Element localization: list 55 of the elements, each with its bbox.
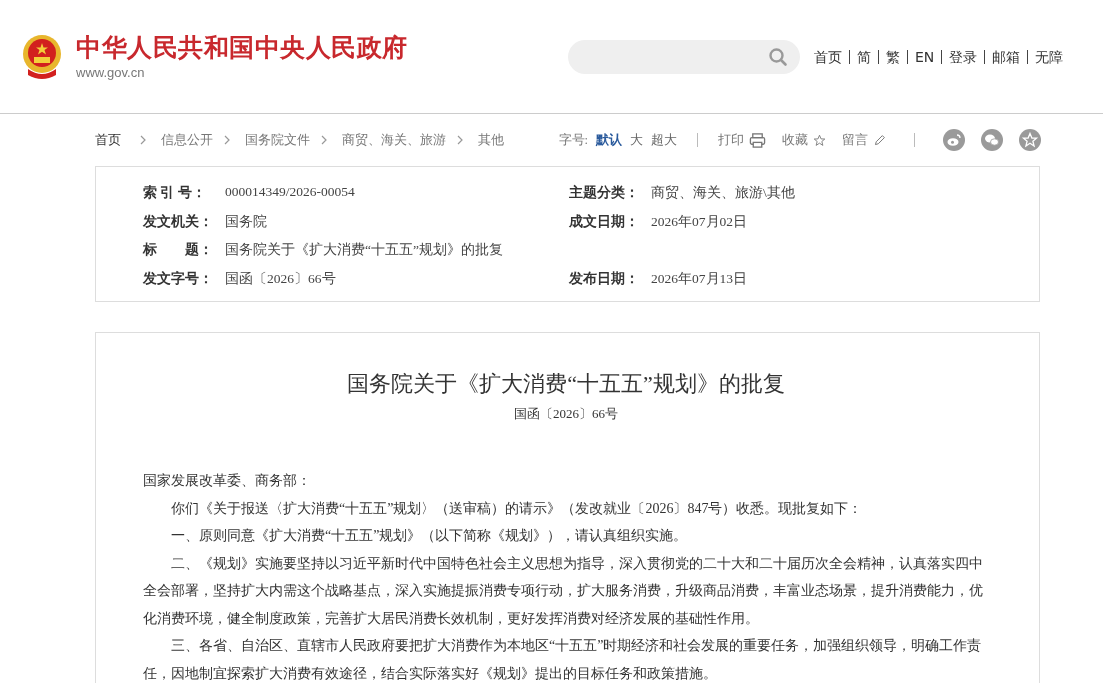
nav-link[interactable]: EN (907, 49, 942, 64)
chat-bubbles-icon[interactable] (981, 129, 1003, 151)
action-link[interactable]: 收藏 (782, 131, 826, 149)
field-value: 商贸、海关、旅游\其他 (651, 184, 795, 203)
document-number: 国函〔2026〕66号 (513, 405, 619, 423)
nav-link[interactable]: 邮箱 (984, 49, 1028, 64)
font-size-label: 字号: (558, 131, 588, 149)
site-title[interactable]: 中华人民共和国中央人民政府 (76, 33, 408, 63)
star-icon (813, 133, 826, 147)
chevron-icon (456, 134, 464, 146)
site-domain: www.gov.cn (76, 65, 146, 80)
chevron-icon (139, 134, 147, 146)
field-value: 国务院关于《扩大消费“十五五”规划》的批复 (225, 241, 503, 260)
field-value: 2026年07月13日 (651, 269, 747, 288)
field-label: 发布日期： (569, 269, 640, 288)
star-share-icon[interactable] (1019, 129, 1041, 151)
pencil-icon (873, 133, 886, 147)
nav-link[interactable]: 无障 (1027, 49, 1071, 64)
nav-link[interactable]: 登录 (941, 49, 985, 64)
chevron-icon (223, 134, 231, 146)
emblem-icon (20, 32, 64, 81)
field-label: 发文字号： (143, 269, 214, 288)
paragraph: 你们《关于报送〈扩大消费“十五五”规划〉（送审稿）的请示》（发改就业〔2026〕847号）收悉。现批复如下： (170, 499, 864, 518)
breadcrumb-link[interactable]: 首页 (95, 131, 121, 149)
breadcrumb-link[interactable]: 其他 (478, 131, 504, 149)
action-link[interactable]: 留言 (842, 131, 886, 149)
font-size-option[interactable]: 默认 (596, 131, 622, 149)
field-label: 索 引 号： (143, 184, 207, 203)
salutation: 国家发展改革委、商务部： (143, 472, 312, 490)
search-icon[interactable] (768, 46, 788, 67)
article-title: 国务院关于《扩大消费“十五五”规划》的批复 (346, 370, 786, 398)
field-value: 国务院 (225, 212, 267, 231)
swirl-share-icon[interactable] (943, 129, 965, 151)
font-size-option[interactable]: 大 (630, 131, 643, 149)
breadcrumb-link[interactable]: 商贸、海关、旅游 (342, 131, 446, 149)
printer-icon (749, 131, 766, 149)
field-value: 000014349/2026-00054 (225, 184, 355, 202)
paragraph: 一、原则同意《扩大消费“十五五”规划》（以下简称《规划》），请认真组织实施。 (170, 527, 689, 545)
paragraph: 二、《规划》实施要坚持以习近平新时代中国特色社会主义思想为指导，深入贯彻党的二十大和二十届历次全会精神，认真落实四中全会部署，坚持扩大内需这个战略基点，深入实施提振消费专项行动，扩大服务消费，升级商品消费，丰富业态场景，提升消费能力，优化消费环境，健全制度政策，完善扩大居民消费长效机制，更好发挥消费对经济发展的基础性作用。 (143, 554, 984, 628)
field-value: 国函〔2026〕66号 (225, 269, 336, 288)
field-value: 2026年07月02日 (651, 212, 747, 231)
font-size-option[interactable]: 超大 (651, 131, 677, 149)
field-label: 成文日期： (569, 212, 640, 231)
chevron-icon (320, 134, 328, 146)
breadcrumb-link[interactable]: 国务院文件 (245, 131, 310, 149)
field-label: 主题分类： (569, 184, 640, 203)
breadcrumb-link[interactable]: 信息公开 (161, 131, 213, 149)
field-label: 发文机关： (143, 212, 214, 231)
search-field[interactable] (568, 39, 800, 74)
nav-link[interactable]: 首页 (814, 49, 849, 64)
nav-link[interactable]: 简 (849, 49, 878, 64)
nav-link[interactable]: 繁 (878, 49, 907, 64)
field-label: 标 题： (143, 241, 214, 260)
action-link[interactable]: 打印 (718, 131, 766, 149)
paragraph: 三、各省、自治区、直辖市人民政府要把扩大消费作为本地区“十五五”时期经济和社会发展的重要任务，加强组织领导，明确工作责任，因地制宜探索扩大消费有效途径，结合实际落实好《规划》提出的目标任务和政策措施。 (143, 637, 983, 683)
